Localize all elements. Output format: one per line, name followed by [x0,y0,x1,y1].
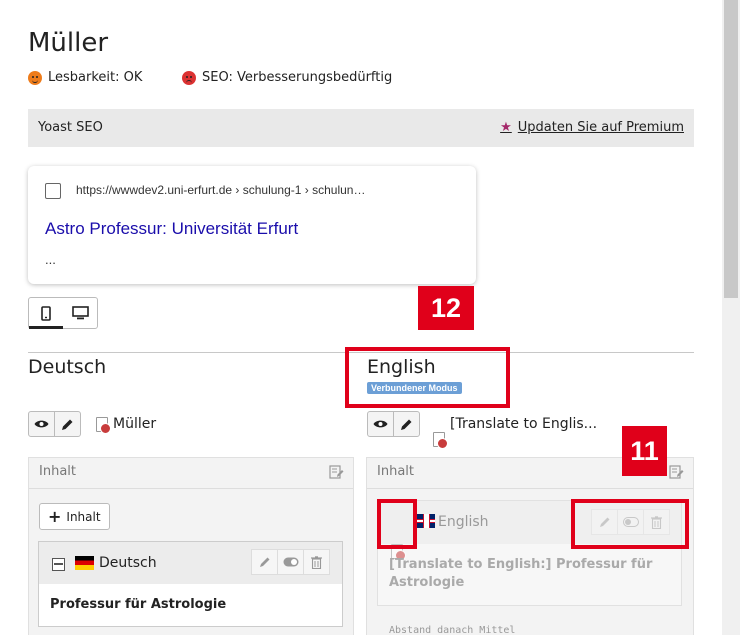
annotation-box-12 [345,347,510,408]
column-edit-icon[interactable] [329,464,344,479]
mobile-icon [41,305,51,321]
readability-score: Lesbarkeit: OK [28,70,142,85]
english-page-label: [Translate to Englis... [450,416,598,432]
pencil-icon [259,557,269,567]
english-page-actions [367,411,420,437]
edit-page-button[interactable] [393,411,420,437]
panel-separator [367,488,693,489]
eye-icon [34,420,49,428]
readability-label: Lesbarkeit: OK [48,70,143,85]
toggle-visibility-button[interactable] [277,549,304,575]
edit-page-button[interactable] [54,411,81,437]
premium-link[interactable]: ★ Updaten Sie auf Premium [500,120,684,135]
column-title-deutsch: Deutsch [28,356,107,378]
english-element-spacing: Abstand danach Mittel [389,625,516,635]
trash-icon [311,555,322,569]
snippet-description: ... [45,252,56,267]
plus-icon: + [48,506,62,526]
english-element-language: English [438,514,489,530]
flag-de-icon [75,556,94,570]
premium-link-label[interactable]: Updaten Sie auf Premium [518,120,684,135]
english-element-body: [Translate to English:] Professur für As… [389,557,653,591]
deutsch-element-body: Professur für Astrologie [50,597,227,612]
panel-separator [29,488,353,489]
annotation-tag-12: 12 [418,286,474,330]
annotation-tag-11: 11 [622,426,667,476]
favicon-placeholder [45,183,61,199]
annotation-box-hidden-icon [377,499,417,549]
smiley-sad-icon [182,70,196,85]
deutsch-page-actions [28,411,81,437]
seo-score: SEO: Verbesserungsbedürftig [182,70,392,85]
deutsch-element-actions [251,549,330,575]
scrollbar-thumb[interactable] [724,0,738,298]
english-panel-title: Inhalt [377,464,414,479]
pencil-icon [401,419,412,430]
edit-element-button[interactable] [251,549,278,575]
yoast-title: Yoast SEO [38,120,103,135]
add-content-label: Inhalt [66,509,101,524]
page-hidden-icon [96,417,111,434]
pencil-icon [62,419,73,430]
mobile-preview-button[interactable] [29,298,63,329]
snippet-url: https://wwwdev2.uni-erfurt.de › schulung… [76,183,366,197]
eye-icon [373,420,388,428]
toggle-icon [283,557,298,567]
add-content-button[interactable]: + Inhalt [39,503,110,530]
page-hidden-icon [433,432,448,449]
snippet-title[interactable]: Astro Professur: Universität Erfurt [45,219,298,239]
element-checkbox[interactable] [52,558,65,571]
deutsch-page-label: Müller [113,416,157,432]
view-button[interactable] [367,411,394,437]
deutsch-panel-title: Inhalt [39,464,76,479]
deutsch-element-language: Deutsch [99,555,157,571]
annotation-box-11 [571,499,689,549]
smiley-neutral-icon [28,70,42,85]
desktop-preview-button[interactable] [63,298,97,328]
flag-uk-icon [416,514,435,528]
page-title: Müller [28,28,109,58]
star-icon: ★ [500,120,512,135]
view-button[interactable] [28,411,55,437]
seo-label: SEO: Verbesserungsbedürftig [202,70,393,85]
delete-element-button[interactable] [303,549,330,575]
column-edit-icon[interactable] [669,464,684,479]
device-toggle [28,297,98,329]
desktop-icon [71,306,89,320]
